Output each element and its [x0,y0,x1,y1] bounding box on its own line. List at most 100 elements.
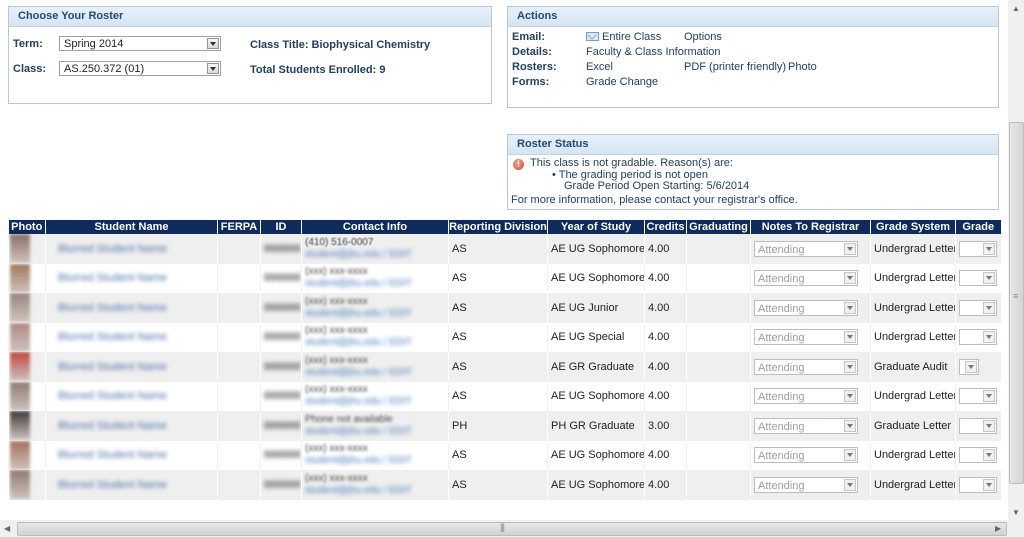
student-name-link[interactable]: Blurred Student Name [58,243,167,255]
student-photo[interactable] [10,440,30,470]
notes-to-registrar-select[interactable]: Attending [754,358,858,375]
chevron-down-icon[interactable] [983,478,995,491]
grade-select[interactable] [959,270,997,287]
faculty-class-info-link[interactable]: Faculty & Class Information [586,46,721,58]
details-label: Details: [512,46,552,58]
notes-to-registrar-select[interactable]: Attending [754,299,858,316]
chevron-down-icon[interactable] [844,360,856,373]
chevron-down-icon[interactable] [983,449,995,462]
scroll-left-arrow-icon[interactable]: ◀ [4,524,10,533]
photo-cell [8,440,46,470]
scroll-up-arrow-icon[interactable]: ▲ [1012,4,1020,13]
contact-email-link[interactable]: student@jhu.edu / EDIT [305,308,448,320]
grade-select[interactable] [959,447,997,464]
notes-to-registrar-select[interactable]: Attending [754,329,858,346]
chevron-down-icon[interactable] [844,242,856,255]
chevron-down-icon[interactable] [207,38,219,49]
graduating-cell [686,381,751,411]
student-photo[interactable] [10,352,30,382]
chevron-down-icon[interactable] [844,301,856,314]
chevron-down-icon[interactable] [983,272,995,285]
grade-cell [955,293,1001,323]
grade-select[interactable] [959,329,997,346]
chevron-down-icon[interactable] [983,390,995,403]
contact-email-link[interactable]: student@jhu.edu / EDIT [305,249,448,261]
chevron-down-icon[interactable] [983,419,995,432]
contact-email-link[interactable]: student@jhu.edu / EDIT [305,455,448,467]
student-photo[interactable] [10,234,30,264]
notes-to-registrar-select[interactable]: Attending [754,388,858,405]
notes-cell: Attending [750,293,871,323]
chevron-down-icon[interactable] [844,390,856,403]
vertical-scrollbar[interactable]: ▲ ▼ [1008,0,1024,520]
roster-photo-link[interactable]: Photo [788,61,817,73]
horizontal-scroll-thumb[interactable] [17,522,1007,536]
student-photo[interactable] [10,381,30,411]
contact-email-link[interactable]: student@jhu.edu / EDIT [305,337,448,349]
chevron-down-icon[interactable] [844,478,856,491]
email-options-link[interactable]: Options [684,31,722,43]
notes-to-registrar-select[interactable]: Attending [754,417,858,434]
grade-select[interactable] [959,417,997,434]
contact-email-link[interactable]: student@jhu.edu / EDIT [305,485,448,497]
notes-cell: Attending [750,470,871,500]
table-row: Blurred Student Name 000000 Phone not avai… [8,411,1001,441]
roster-excel-link[interactable]: Excel [586,61,613,73]
chevron-down-icon[interactable] [207,63,219,74]
photo-cell [8,411,46,441]
student-name-link[interactable]: Blurred Student Name [58,420,167,432]
id-cell: 000000 [260,234,302,264]
roster-pdf-link[interactable]: PDF (printer friendly) [684,61,786,73]
chevron-down-icon[interactable] [983,331,995,344]
student-name-link[interactable]: Blurred Student Name [58,302,167,314]
column-header-student-name: Student Name [45,220,218,234]
contact-cell: (xxx) xxx-xxxx student@jhu.edu / EDIT [301,381,449,411]
notes-to-registrar-select[interactable]: Attending [754,270,858,287]
grade-select[interactable] [959,240,997,257]
id-cell: 000000 [260,293,302,323]
student-photo[interactable] [10,411,30,441]
contact-email-link[interactable]: student@jhu.edu / EDIT [305,396,448,408]
contact-email-link[interactable]: student@jhu.edu / EDIT [305,426,448,438]
grade-select[interactable] [959,358,979,375]
contact-phone: (xxx) xxx-xxxx [305,325,368,337]
class-select[interactable]: AS.250.372 (01) [59,61,221,76]
scroll-right-arrow-icon[interactable]: ▶ [995,524,1001,533]
chevron-down-icon[interactable] [965,360,977,373]
notes-to-registrar-select[interactable]: Attending [754,476,858,493]
contact-email-link[interactable]: student@jhu.edu / EDIT [305,278,448,290]
student-name-link[interactable]: Blurred Student Name [58,449,167,461]
photo-cell [8,322,46,352]
student-name-link[interactable]: Blurred Student Name [58,479,167,491]
term-select[interactable]: Spring 2014 [59,36,221,51]
ferpa-cell [217,470,261,500]
grade-select[interactable] [959,476,997,493]
student-name-link[interactable]: Blurred Student Name [58,272,167,284]
chevron-down-icon[interactable] [983,301,995,314]
student-photo[interactable] [10,263,30,293]
student-photo[interactable] [10,322,30,352]
student-photo[interactable] [10,470,30,500]
chevron-down-icon[interactable] [844,449,856,462]
grade-select[interactable] [959,388,997,405]
grade-select[interactable] [959,299,997,316]
grade-cell [955,381,1001,411]
chevron-down-icon[interactable] [844,272,856,285]
chevron-down-icon[interactable] [983,242,995,255]
student-id: 000000 [264,242,301,255]
student-name-link[interactable]: Blurred Student Name [58,361,167,373]
notes-to-registrar-select[interactable]: Attending [754,240,858,257]
scroll-down-arrow-icon[interactable]: ▼ [1012,508,1020,517]
chevron-down-icon[interactable] [844,419,856,432]
student-name-link[interactable]: Blurred Student Name [58,390,167,402]
vertical-scroll-thumb[interactable] [1009,122,1024,484]
student-name-link[interactable]: Blurred Student Name [58,331,167,343]
roster-status-title: Roster Status [508,135,998,155]
chevron-down-icon[interactable] [844,331,856,344]
notes-to-registrar-select[interactable]: Attending [754,447,858,464]
email-entire-class-link[interactable]: Entire Class [586,31,661,43]
horizontal-scrollbar[interactable]: ◀ ▶ [0,520,1008,537]
student-photo[interactable] [10,293,30,323]
contact-email-link[interactable]: student@jhu.edu / EDIT [305,367,448,379]
grade-change-link[interactable]: Grade Change [586,76,658,88]
